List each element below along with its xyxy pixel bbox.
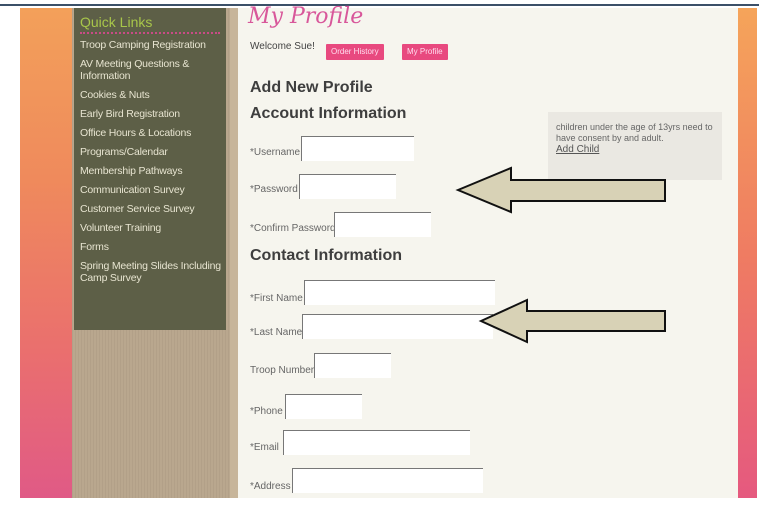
- address-label: *Address: [250, 481, 291, 492]
- quick-links-title: Quick Links: [80, 14, 153, 30]
- sidebar-link-troop-camping[interactable]: Troop Camping Registration: [80, 39, 222, 51]
- main-content: My Profile Welcome Sue! Order History My…: [238, 4, 738, 498]
- troop-number-input[interactable]: [314, 353, 391, 378]
- username-input[interactable]: [301, 136, 414, 161]
- first-name-input[interactable]: [304, 280, 495, 305]
- top-rule: [0, 4, 759, 6]
- username-label: *Username: [250, 147, 301, 158]
- password-input[interactable]: [299, 174, 396, 199]
- tan-strip: [230, 8, 238, 498]
- child-consent-text: children under the age of 13yrs need to …: [556, 122, 713, 143]
- sidebar-link-early-bird[interactable]: Early Bird Registration: [80, 108, 222, 120]
- left-gradient-border: [20, 8, 72, 498]
- add-new-profile-heading: Add New Profile: [250, 79, 373, 96]
- order-history-button[interactable]: Order History: [326, 44, 384, 60]
- address-input[interactable]: [292, 468, 483, 493]
- phone-input[interactable]: [285, 394, 362, 419]
- troop-number-label: Troop Number: [250, 365, 315, 376]
- sidebar-link-communication-survey[interactable]: Communication Survey: [80, 184, 222, 196]
- confirm-password-label: *Confirm Password: [250, 223, 336, 234]
- first-name-label: *First Name: [250, 293, 303, 304]
- last-name-label: *Last Name: [250, 327, 303, 338]
- contact-information-heading: Contact Information: [250, 247, 402, 264]
- sidebar-link-av-meeting[interactable]: AV Meeting Questions & Information: [80, 58, 222, 82]
- sidebar-link-office-hours[interactable]: Office Hours & Locations: [80, 127, 222, 139]
- right-gradient-border: [738, 8, 757, 498]
- email-label: *Email: [250, 442, 279, 453]
- sidebar-link-membership-pathways[interactable]: Membership Pathways: [80, 165, 222, 177]
- sidebar-link-programs-calendar[interactable]: Programs/Calendar: [80, 146, 222, 158]
- child-consent-info-box: children under the age of 13yrs need to …: [548, 112, 722, 180]
- dotted-divider: [80, 32, 220, 34]
- quick-links-sidebar: Quick Links Troop Camping Registration A…: [74, 8, 226, 330]
- sidebar-link-cookies-nuts[interactable]: Cookies & Nuts: [80, 89, 222, 101]
- sidebar-link-volunteer-training[interactable]: Volunteer Training: [80, 222, 222, 234]
- welcome-text: Welcome Sue!: [250, 41, 315, 52]
- add-child-link[interactable]: Add Child: [556, 144, 599, 155]
- email-input[interactable]: [283, 430, 470, 455]
- page-title: My Profile: [248, 4, 364, 29]
- my-profile-button[interactable]: My Profile: [402, 44, 448, 60]
- sidebar-link-spring-meeting[interactable]: Spring Meeting Slides Including Camp Sur…: [80, 260, 222, 284]
- sidebar-link-customer-service-survey[interactable]: Customer Service Survey: [80, 203, 222, 215]
- confirm-password-input[interactable]: [334, 212, 431, 237]
- sidebar-link-forms[interactable]: Forms: [80, 241, 222, 253]
- last-name-input[interactable]: [302, 314, 493, 339]
- password-label: *Password: [250, 184, 298, 195]
- account-information-heading: Account Information: [250, 105, 407, 122]
- phone-label: *Phone: [250, 406, 283, 417]
